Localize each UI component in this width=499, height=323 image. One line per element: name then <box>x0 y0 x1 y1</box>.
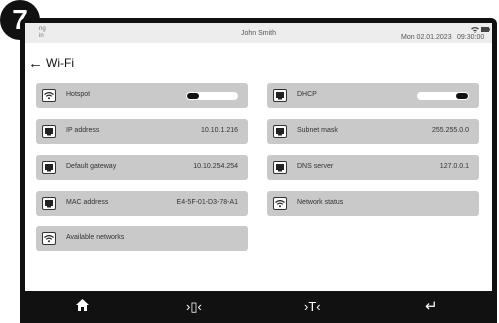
network-port-icon <box>42 161 56 174</box>
status-left-line1: ng <box>39 26 46 32</box>
tile-value: 10.10.1.216 <box>201 127 238 134</box>
tile-label: Network status <box>297 199 344 206</box>
page-title: Wi-Fi <box>46 56 74 70</box>
tile-subnet-mask[interactable]: Subnet mask 255.255.0.0 <box>267 119 479 144</box>
tile-dns-server[interactable]: DNS server 127.0.0.1 <box>267 155 479 180</box>
tile-ip-address[interactable]: IP address 10.10.1.216 <box>36 119 248 144</box>
tile-label: DNS server <box>297 163 334 170</box>
tile-label: DHCP <box>297 91 317 98</box>
status-left-line2: in <box>39 33 44 39</box>
nav-button-2[interactable]: ›▯‹ <box>186 299 202 315</box>
network-port-icon <box>273 161 287 174</box>
tile-label: MAC address <box>66 199 109 206</box>
nav-button-3[interactable]: ›T‹ <box>304 299 321 315</box>
tile-mac-address[interactable]: MAC address E4-5F-01-D3-78-A1 <box>36 191 248 216</box>
status-icons <box>469 26 490 34</box>
tile-label: Default gateway <box>66 163 117 170</box>
device-frame: ng in John Smith Mon 02.01.2023 09:30:00… <box>20 18 497 323</box>
screen: ng in John Smith Mon 02.01.2023 09:30:00… <box>25 23 492 291</box>
wifi-icon <box>471 27 479 33</box>
wifi-icon <box>42 232 56 245</box>
hotspot-toggle[interactable] <box>186 92 238 100</box>
tile-value: 127.0.0.1 <box>439 163 469 170</box>
home-icon <box>76 299 89 311</box>
network-port-icon <box>273 89 287 102</box>
user-name: John Smith <box>241 30 277 37</box>
wifi-icon <box>42 89 56 102</box>
tile-label: IP address <box>66 127 100 134</box>
tile-value: 10.10.254.254 <box>193 163 238 170</box>
status-time: 09:30:00 <box>457 34 485 41</box>
tile-label: Subnet mask <box>297 127 338 134</box>
bottom-nav-bar: ›▯‹ ›T‹ ↵ <box>20 291 497 323</box>
dhcp-toggle[interactable] <box>417 92 469 100</box>
back-button[interactable]: ← <box>28 56 43 71</box>
tile-label: Available networks <box>66 234 125 241</box>
tile-hotspot[interactable]: Hotspot <box>36 83 248 108</box>
toggle-knob <box>456 93 468 99</box>
enter-button[interactable]: ↵ <box>425 299 438 315</box>
network-port-icon <box>273 125 287 138</box>
status-date: Mon 02.01.2023 <box>401 34 452 41</box>
tile-value: E4-5F-01-D3-78-A1 <box>176 199 238 206</box>
tile-available-networks[interactable]: Available networks <box>36 226 248 251</box>
status-left: ng in <box>39 26 46 40</box>
wifi-icon <box>273 197 287 210</box>
tile-label: Hotspot <box>66 91 91 98</box>
status-bar: ng in John Smith Mon 02.01.2023 09:30:00 <box>25 23 492 43</box>
network-port-icon <box>42 125 56 138</box>
home-button[interactable] <box>76 299 89 311</box>
tile-dhcp[interactable]: DHCP <box>267 83 479 108</box>
battery-icon <box>481 27 490 32</box>
network-port-icon <box>42 197 56 210</box>
tile-network-status[interactable]: Network status <box>267 191 479 216</box>
toggle-knob <box>187 93 199 99</box>
tile-default-gateway[interactable]: Default gateway 10.10.254.254 <box>36 155 248 180</box>
tile-value: 255.255.0.0 <box>432 127 469 134</box>
